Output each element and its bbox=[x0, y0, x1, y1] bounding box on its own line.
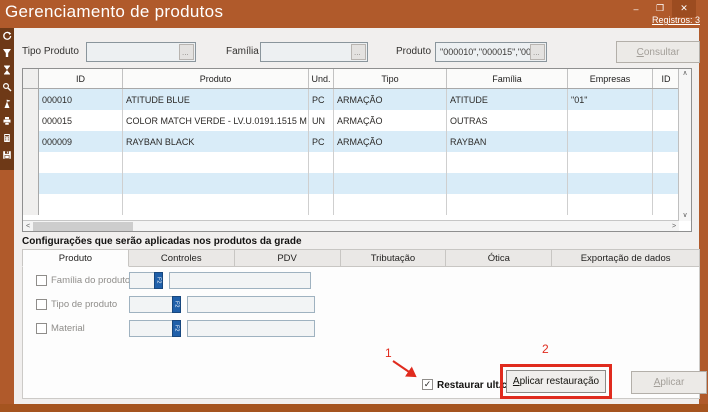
grid-header-tipo[interactable]: Tipo bbox=[334, 69, 447, 88]
table-row[interactable]: 000010 ATITUDE BLUE PC ARMAÇÃO ATITUDE "… bbox=[23, 89, 691, 110]
grid-header-id2[interactable]: ID bbox=[653, 69, 679, 88]
tab-panel-produto: Família do produto F2 Tipo de produto F2… bbox=[22, 267, 700, 399]
tab-controles[interactable]: Controles bbox=[129, 249, 235, 267]
window-border-bottom bbox=[0, 404, 708, 412]
table-row[interactable]: 000015 COLOR MATCH VERDE - LV.U.0191.151… bbox=[23, 110, 691, 131]
tab-otica[interactable]: Ótica bbox=[446, 249, 552, 267]
grid-header-row: ID Produto Und. Tipo Família Empresas ID bbox=[23, 69, 691, 89]
tab-exportacao-de-dados[interactable]: Exportação de dados bbox=[552, 249, 700, 267]
grid-header-produto[interactable]: Produto bbox=[123, 69, 309, 88]
calculator-icon[interactable] bbox=[2, 133, 12, 143]
material-desc-field[interactable] bbox=[187, 320, 315, 337]
familia-do-produto-checkbox[interactable] bbox=[36, 275, 47, 286]
scrollbar-thumb[interactable] bbox=[33, 222, 133, 231]
products-grid: ID Produto Und. Tipo Família Empresas ID… bbox=[22, 68, 692, 232]
scroll-left-icon[interactable]: < bbox=[23, 223, 33, 230]
goals-icon[interactable] bbox=[2, 99, 12, 109]
table-row[interactable]: 000009 RAYBAN BLACK PC ARMAÇÃO RAYBAN bbox=[23, 131, 691, 152]
search-icon[interactable] bbox=[2, 82, 12, 92]
window-border-right bbox=[699, 28, 708, 412]
produto-label: Produto bbox=[396, 46, 431, 57]
familia-field[interactable]: ... bbox=[260, 42, 368, 62]
config-tabs: Produto Controles PDV Tributação Ótica E… bbox=[22, 249, 700, 267]
familia-label: Família bbox=[226, 46, 259, 57]
filter-icon[interactable] bbox=[2, 48, 12, 58]
grid-header-und[interactable]: Und. bbox=[309, 69, 334, 88]
print-icon[interactable] bbox=[2, 116, 12, 126]
restaurar-ult-config-checkbox[interactable]: ✓ bbox=[422, 379, 433, 390]
save-icon[interactable] bbox=[2, 150, 12, 160]
tipo-de-produto-label: Tipo de produto bbox=[51, 299, 117, 310]
config-section-label: Configurações que serão aplicadas nos pr… bbox=[22, 236, 302, 247]
familia-f2-lookup-button[interactable]: F2 bbox=[154, 272, 163, 289]
material-f2-lookup-button[interactable]: F2 bbox=[172, 320, 181, 337]
familia-do-produto-label: Família do produto bbox=[51, 275, 130, 286]
grid-header-familia[interactable]: Família bbox=[447, 69, 568, 88]
main-content: Tipo Produto ... Família ... Produto "00… bbox=[14, 28, 699, 404]
horizontal-scrollbar[interactable]: < > bbox=[23, 220, 679, 231]
material-code-field[interactable] bbox=[129, 320, 173, 337]
left-toolbar bbox=[0, 28, 14, 170]
material-label: Material bbox=[51, 323, 85, 334]
tipo-desc-field[interactable] bbox=[187, 296, 315, 313]
scroll-down-icon[interactable]: ∨ bbox=[682, 211, 687, 221]
window-title: Gerenciamento de produtos bbox=[5, 2, 223, 22]
tipo-f2-lookup-button[interactable]: F2 bbox=[172, 296, 181, 313]
familia-desc-field[interactable] bbox=[169, 272, 311, 289]
grid-header-selector bbox=[23, 69, 39, 88]
tipo-de-produto-checkbox[interactable] bbox=[36, 299, 47, 310]
produto-field[interactable]: "000010","000015","000009" ... bbox=[435, 42, 547, 62]
scroll-right-icon[interactable]: > bbox=[669, 223, 679, 230]
scroll-up-icon[interactable]: ∧ bbox=[682, 69, 687, 79]
grid-header-empresas[interactable]: Empresas bbox=[568, 69, 653, 88]
produto-browse-button[interactable]: ... bbox=[530, 44, 545, 60]
familia-browse-button[interactable]: ... bbox=[351, 44, 366, 60]
tipo-code-field[interactable] bbox=[129, 296, 173, 313]
material-checkbox[interactable] bbox=[36, 323, 47, 334]
aplicar-button[interactable]: Aplicar bbox=[631, 371, 707, 394]
hourglass-icon[interactable] bbox=[2, 65, 12, 75]
annotation-step-1: 1 bbox=[385, 346, 392, 360]
empty-row bbox=[23, 173, 691, 194]
refresh-icon[interactable] bbox=[2, 31, 12, 41]
minimize-button[interactable]: – bbox=[624, 0, 648, 17]
tab-pdv[interactable]: PDV bbox=[235, 249, 341, 267]
tipo-produto-field[interactable]: ... bbox=[86, 42, 196, 62]
annotation-step-2: 2 bbox=[542, 342, 549, 356]
empty-row bbox=[23, 152, 691, 173]
tipo-produto-label: Tipo Produto bbox=[22, 46, 79, 57]
tipo-produto-browse-button[interactable]: ... bbox=[179, 44, 194, 60]
produto-field-value: "000010","000015","000009" bbox=[436, 47, 530, 57]
aplicar-restauracao-button[interactable]: Aplicar restauração bbox=[506, 370, 606, 393]
tab-produto[interactable]: Produto bbox=[22, 249, 129, 267]
vertical-scrollbar[interactable]: ∧ ∨ bbox=[678, 69, 691, 221]
titlebar: Gerenciamento de produtos – ❐ ✕ Registro… bbox=[0, 0, 708, 28]
tab-tributacao[interactable]: Tributação bbox=[341, 249, 447, 267]
familia-code-field[interactable] bbox=[129, 272, 155, 289]
registros-link[interactable]: Registros: 3 bbox=[652, 15, 700, 25]
consultar-button[interactable]: Consultar bbox=[616, 41, 700, 63]
grid-header-id[interactable]: ID bbox=[39, 69, 123, 88]
empty-row bbox=[23, 194, 691, 215]
